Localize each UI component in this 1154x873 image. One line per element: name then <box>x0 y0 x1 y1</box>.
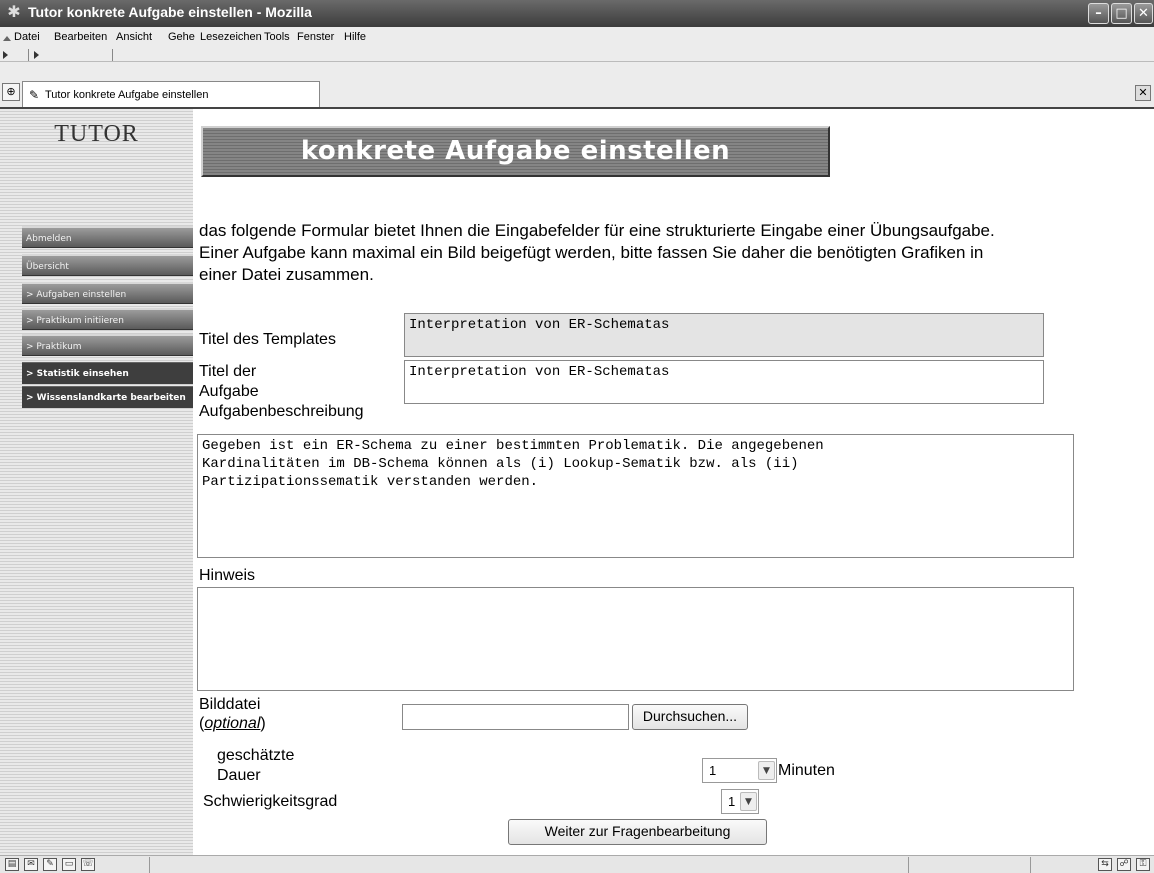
close-icon: ✕ <box>1138 6 1149 21</box>
chevron-down-icon: ▼ <box>758 761 775 780</box>
hint-label: Hinweis <box>199 567 256 584</box>
expand-arrow-icon[interactable] <box>3 51 8 59</box>
page-icon: ✎ <box>29 88 40 102</box>
image-file-input[interactable] <box>402 704 629 730</box>
description-textarea[interactable]: Gegeben ist ein ER-Schema zu einer besti… <box>197 434 1074 558</box>
menu-lesezeichen[interactable]: Lesezeichen <box>200 31 262 43</box>
sidebar-item-statistik[interactable]: > Statistik einsehen <box>22 362 194 384</box>
tab-label: Tutor konkrete Aufgabe einstellen <box>45 89 209 101</box>
sidebar-item-uebersicht[interactable]: Übersicht <box>22 254 194 276</box>
menu-fenster[interactable]: Fenster <box>297 31 334 43</box>
close-button[interactable]: ✕ <box>1134 3 1153 24</box>
duration-unit: Minuten <box>778 762 835 779</box>
description-label: Aufgabenbeschreibung <box>199 403 364 420</box>
duration-select[interactable]: 1 ▼ <box>702 758 777 783</box>
page-heading-banner: konkrete Aufgabe einstellen <box>201 126 830 177</box>
chat-icon[interactable]: ☏ <box>81 858 95 871</box>
difficulty-select[interactable]: 1 ▼ <box>721 789 759 814</box>
duration-label-line2: Dauer <box>217 767 261 784</box>
template-title-field[interactable]: Interpretation von ER-Schematas <box>404 313 1044 357</box>
sidebar-item-abmelden[interactable]: Abmelden <box>22 226 194 248</box>
minimize-icon: – <box>1095 6 1102 21</box>
task-title-label-line1: Titel der <box>199 363 257 380</box>
next-to-questions-button[interactable]: Weiter zur Fragenbearbeitung <box>508 819 767 845</box>
status-bar: ▤ ✉ ✎ ▭ ☏ ⇆ ☍ ⚿ <box>0 855 1154 873</box>
menu-ansicht[interactable]: Ansicht <box>116 31 152 43</box>
duration-label-line1: geschätzte <box>217 747 295 764</box>
intro-text: das folgende Formular bietet Ihnen die E… <box>199 221 995 284</box>
expand-arrow-icon[interactable] <box>34 51 39 59</box>
toolbar-divider <box>112 49 113 61</box>
mail-icon[interactable]: ✉ <box>24 858 38 871</box>
status-divider <box>908 857 909 873</box>
difficulty-label: Schwierigkeitsgrad <box>203 793 338 810</box>
online-status-icon[interactable]: ⇆ <box>1098 858 1112 871</box>
maximize-button[interactable]: □ <box>1111 3 1132 24</box>
chevron-down-icon: ▼ <box>740 792 757 811</box>
main-content: konkrete Aufgabe einstellen das folgende… <box>193 109 1154 855</box>
hint-textarea[interactable] <box>197 587 1074 691</box>
security-icon[interactable]: ☍ <box>1117 858 1131 871</box>
sidebar-item-wissenslandkarte[interactable]: > Wissenslandkarte bearbeiten <box>22 386 194 408</box>
menu-datei[interactable]: Datei <box>14 31 40 43</box>
image-optional-note: (optional) <box>199 715 266 732</box>
window-titlebar: ✱ Tutor konkrete Aufgabe einstellen - Mo… <box>0 0 1154 27</box>
mozilla-logo-icon: ✱ <box>7 4 21 21</box>
collapsed-toolbar <box>0 48 1154 62</box>
addressbook-icon[interactable]: ▭ <box>62 858 76 871</box>
navigator-icon[interactable]: ▤ <box>5 858 19 871</box>
status-divider <box>149 857 150 873</box>
sidebar-item-praktikum-initiieren[interactable]: > Praktikum initiieren <box>22 308 194 330</box>
tab-tutor[interactable]: ✎ Tutor konkrete Aufgabe einstellen <box>22 81 320 108</box>
sidebar-item-aufgaben-einstellen[interactable]: > Aufgaben einstellen <box>22 282 194 304</box>
window-title: Tutor konkrete Aufgabe einstellen - Mozi… <box>28 4 312 20</box>
lock-icon[interactable]: ⚿ <box>1136 858 1150 871</box>
sidebar-item-praktikum[interactable]: > Praktikum <box>22 334 194 356</box>
new-tab-icon[interactable]: ⊕ <box>2 83 20 101</box>
close-tab-icon[interactable]: ✕ <box>1135 85 1151 101</box>
toolbar-grip-icon <box>3 36 11 41</box>
minimize-button[interactable]: – <box>1088 3 1109 24</box>
tutor-logo: TUTOR <box>54 121 139 147</box>
menu-hilfe[interactable]: Hilfe <box>344 31 366 43</box>
status-divider <box>1030 857 1031 873</box>
tab-bar: ⊕ ✎ Tutor konkrete Aufgabe einstellen ✕ <box>0 62 1154 108</box>
maximize-icon: □ <box>1115 6 1128 21</box>
duration-value: 1 <box>709 763 717 778</box>
difficulty-value: 1 <box>728 794 736 809</box>
toolbar-divider <box>28 49 29 61</box>
task-title-label-line2: Aufgabe <box>199 383 259 400</box>
image-file-label: Bilddatei <box>199 696 261 713</box>
menu-bearbeiten[interactable]: Bearbeiten <box>54 31 107 43</box>
template-title-label: Titel des Templates <box>199 331 336 348</box>
page-title: konkrete Aufgabe einstellen <box>300 136 731 166</box>
menu-bar: Datei Bearbeiten Ansicht Gehe Lesezeiche… <box>0 27 1154 48</box>
composer-icon[interactable]: ✎ <box>43 858 57 871</box>
sidebar: TUTOR Abmelden Übersicht > Aufgaben eins… <box>0 109 194 855</box>
menu-tools[interactable]: Tools <box>264 31 290 43</box>
menu-gehe[interactable]: Gehe <box>168 31 195 43</box>
task-title-field[interactable]: Interpretation von ER-Schematas <box>404 360 1044 404</box>
browse-button[interactable]: Durchsuchen... <box>632 704 748 730</box>
